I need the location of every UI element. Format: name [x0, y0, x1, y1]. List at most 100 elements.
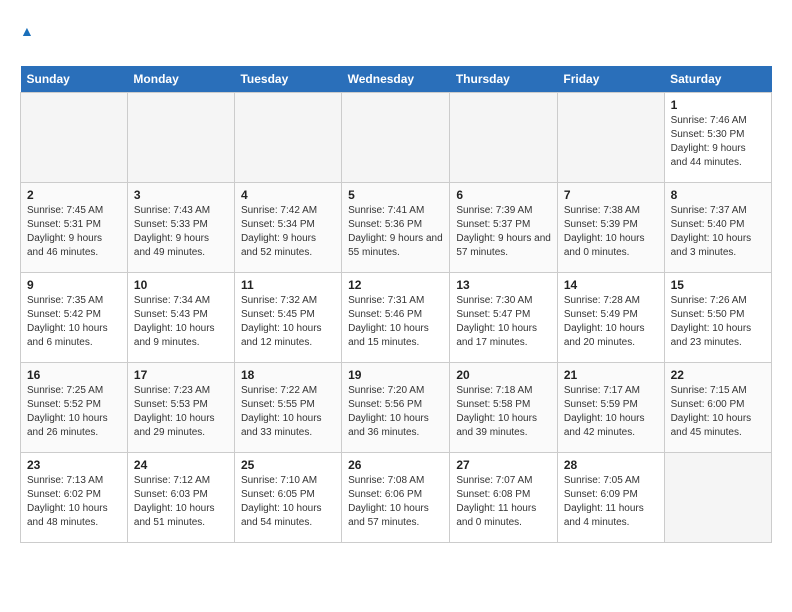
calendar-cell: 24 Sunrise: 7:12 AM Sunset: 6:03 PM Dayli…	[127, 452, 234, 542]
day-number: 10	[134, 278, 228, 292]
day-info: Sunrise: 7:28 AM Sunset: 5:49 PM Dayligh…	[564, 294, 658, 350]
calendar-cell: 4Sunrise: 7:42 AM Sunset: 5:34 PM Daylig…	[234, 182, 341, 272]
day-number: 15	[671, 278, 765, 292]
day-info: Sunrise: 7:05 AM Sunset: 6:09 PM Dayligh…	[564, 474, 658, 530]
calendar-cell: 8 Sunrise: 7:37 AM Sunset: 5:40 PM Daylig…	[664, 182, 771, 272]
day-number: 20	[456, 368, 551, 382]
calendar-cell: 9 Sunrise: 7:35 AM Sunset: 5:42 PM Daylig…	[21, 272, 128, 362]
day-number: 13	[456, 278, 551, 292]
day-number: 26	[348, 458, 443, 472]
logo: ▲	[20, 24, 34, 50]
day-info: Sunrise: 7:32 AM Sunset: 5:45 PM Dayligh…	[241, 294, 335, 350]
calendar-cell: 16 Sunrise: 7:25 AM Sunset: 5:52 PM Dayli…	[21, 362, 128, 452]
day-info: Sunrise: 7:37 AM Sunset: 5:40 PM Dayligh…	[671, 204, 765, 260]
calendar-cell: 20 Sunrise: 7:18 AM Sunset: 5:58 PM Dayli…	[450, 362, 558, 452]
week-row-2: 2 Sunrise: 7:45 AM Sunset: 5:31 PM Daylig…	[21, 182, 772, 272]
day-header-thursday: Thursday	[450, 66, 558, 93]
calendar-cell: 25 Sunrise: 7:10 AM Sunset: 6:05 PM Dayli…	[234, 452, 341, 542]
calendar-cell: 13 Sunrise: 7:30 AM Sunset: 5:47 PM Dayli…	[450, 272, 558, 362]
day-info: Sunrise: 7:31 AM Sunset: 5:46 PM Dayligh…	[348, 294, 443, 350]
day-number: 22	[671, 368, 765, 382]
day-number: 5	[348, 188, 443, 202]
day-info: Sunrise: 7:41 AM Sunset: 5:36 PM Dayligh…	[348, 204, 443, 260]
week-row-1: 1 Sunrise: 7:46 AM Sunset: 5:30 PM Daylig…	[21, 92, 772, 182]
day-number: 1	[671, 98, 765, 112]
day-number: 14	[564, 278, 658, 292]
day-info: Sunrise: 7:07 AM Sunset: 6:08 PM Dayligh…	[456, 474, 551, 530]
week-row-4: 16 Sunrise: 7:25 AM Sunset: 5:52 PM Dayli…	[21, 362, 772, 452]
calendar-cell: 1 Sunrise: 7:46 AM Sunset: 5:30 PM Daylig…	[664, 92, 771, 182]
day-header-sunday: Sunday	[21, 66, 128, 93]
day-header-tuesday: Tuesday	[234, 66, 341, 93]
page-header: ▲	[20, 20, 772, 50]
calendar-cell	[127, 92, 234, 182]
day-info: Sunrise: 7:17 AM Sunset: 5:59 PM Dayligh…	[564, 384, 658, 440]
calendar-cell: 7Sunrise: 7:38 AM Sunset: 5:39 PM Daylig…	[557, 182, 664, 272]
calendar-cell: 27 Sunrise: 7:07 AM Sunset: 6:08 PM Dayli…	[450, 452, 558, 542]
calendar-cell	[342, 92, 450, 182]
day-number: 24	[134, 458, 228, 472]
calendar-cell: 14 Sunrise: 7:28 AM Sunset: 5:49 PM Dayli…	[557, 272, 664, 362]
calendar-cell: 3Sunrise: 7:43 AM Sunset: 5:33 PM Daylig…	[127, 182, 234, 272]
day-header-monday: Monday	[127, 66, 234, 93]
day-number: 25	[241, 458, 335, 472]
day-info: Sunrise: 7:39 AM Sunset: 5:37 PM Dayligh…	[456, 204, 551, 260]
day-info: Sunrise: 7:25 AM Sunset: 5:52 PM Dayligh…	[27, 384, 121, 440]
day-info: Sunrise: 7:38 AM Sunset: 5:39 PM Dayligh…	[564, 204, 658, 260]
day-info: Sunrise: 7:12 AM Sunset: 6:03 PM Dayligh…	[134, 474, 228, 530]
day-info: Sunrise: 7:20 AM Sunset: 5:56 PM Dayligh…	[348, 384, 443, 440]
calendar-cell: 19Sunrise: 7:20 AM Sunset: 5:56 PM Dayli…	[342, 362, 450, 452]
day-number: 9	[27, 278, 121, 292]
day-info: Sunrise: 7:35 AM Sunset: 5:42 PM Dayligh…	[27, 294, 121, 350]
day-info: Sunrise: 7:22 AM Sunset: 5:55 PM Dayligh…	[241, 384, 335, 440]
day-info: Sunrise: 7:23 AM Sunset: 5:53 PM Dayligh…	[134, 384, 228, 440]
day-info: Sunrise: 7:26 AM Sunset: 5:50 PM Dayligh…	[671, 294, 765, 350]
day-number: 23	[27, 458, 121, 472]
day-header-friday: Friday	[557, 66, 664, 93]
day-number: 28	[564, 458, 658, 472]
calendar-cell	[21, 92, 128, 182]
calendar-cell: 17 Sunrise: 7:23 AM Sunset: 5:53 PM Dayli…	[127, 362, 234, 452]
day-info: Sunrise: 7:13 AM Sunset: 6:02 PM Dayligh…	[27, 474, 121, 530]
calendar-cell	[450, 92, 558, 182]
day-number: 17	[134, 368, 228, 382]
calendar-table: SundayMondayTuesdayWednesdayThursdayFrid…	[20, 66, 772, 543]
day-header-saturday: Saturday	[664, 66, 771, 93]
calendar-cell	[557, 92, 664, 182]
day-number: 12	[348, 278, 443, 292]
day-number: 27	[456, 458, 551, 472]
calendar-cell: 10 Sunrise: 7:34 AM Sunset: 5:43 PM Dayli…	[127, 272, 234, 362]
day-number: 2	[27, 188, 121, 202]
week-row-5: 23 Sunrise: 7:13 AM Sunset: 6:02 PM Dayli…	[21, 452, 772, 542]
calendar-cell: 2 Sunrise: 7:45 AM Sunset: 5:31 PM Daylig…	[21, 182, 128, 272]
calendar-cell: 28 Sunrise: 7:05 AM Sunset: 6:09 PM Dayli…	[557, 452, 664, 542]
day-number: 8	[671, 188, 765, 202]
calendar-cell	[234, 92, 341, 182]
day-number: 3	[134, 188, 228, 202]
day-info: Sunrise: 7:46 AM Sunset: 5:30 PM Dayligh…	[671, 114, 765, 170]
calendar-cell: 6Sunrise: 7:39 AM Sunset: 5:37 PM Daylig…	[450, 182, 558, 272]
calendar-cell: 11 Sunrise: 7:32 AM Sunset: 5:45 PM Dayli…	[234, 272, 341, 362]
calendar-cell: 21 Sunrise: 7:17 AM Sunset: 5:59 PM Dayli…	[557, 362, 664, 452]
calendar-cell: 22Sunrise: 7:15 AM Sunset: 6:00 PM Dayli…	[664, 362, 771, 452]
calendar-cell	[664, 452, 771, 542]
day-info: Sunrise: 7:10 AM Sunset: 6:05 PM Dayligh…	[241, 474, 335, 530]
day-info: Sunrise: 7:30 AM Sunset: 5:47 PM Dayligh…	[456, 294, 551, 350]
days-header-row: SundayMondayTuesdayWednesdayThursdayFrid…	[21, 66, 772, 93]
day-info: Sunrise: 7:08 AM Sunset: 6:06 PM Dayligh…	[348, 474, 443, 530]
day-info: Sunrise: 7:45 AM Sunset: 5:31 PM Dayligh…	[27, 204, 121, 260]
calendar-cell: 12 Sunrise: 7:31 AM Sunset: 5:46 PM Dayli…	[342, 272, 450, 362]
day-info: Sunrise: 7:34 AM Sunset: 5:43 PM Dayligh…	[134, 294, 228, 350]
day-number: 18	[241, 368, 335, 382]
week-row-3: 9 Sunrise: 7:35 AM Sunset: 5:42 PM Daylig…	[21, 272, 772, 362]
day-info: Sunrise: 7:18 AM Sunset: 5:58 PM Dayligh…	[456, 384, 551, 440]
day-number: 4	[241, 188, 335, 202]
day-number: 11	[241, 278, 335, 292]
day-number: 21	[564, 368, 658, 382]
calendar-cell: 5 Sunrise: 7:41 AM Sunset: 5:36 PM Daylig…	[342, 182, 450, 272]
day-number: 16	[27, 368, 121, 382]
calendar-cell: 23 Sunrise: 7:13 AM Sunset: 6:02 PM Dayli…	[21, 452, 128, 542]
day-header-wednesday: Wednesday	[342, 66, 450, 93]
calendar-cell: 15 Sunrise: 7:26 AM Sunset: 5:50 PM Dayli…	[664, 272, 771, 362]
calendar-cell: 26 Sunrise: 7:08 AM Sunset: 6:06 PM Dayli…	[342, 452, 450, 542]
